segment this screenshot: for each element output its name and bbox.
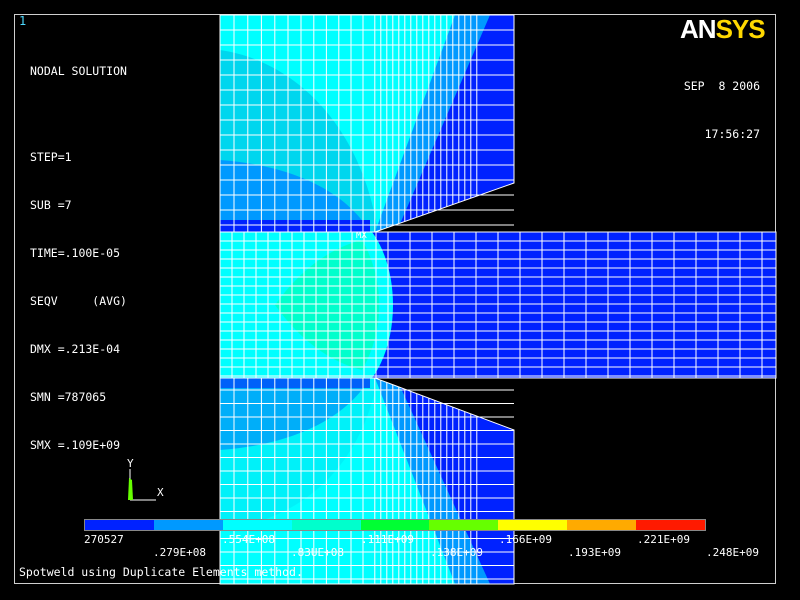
plot-title-footer: Spotweld using Duplicate Elements method… <box>19 565 303 579</box>
legend-swatch <box>291 520 361 530</box>
coordinate-triad <box>128 469 156 501</box>
info-dmx: DMX =.213E-04 <box>30 342 121 356</box>
triad-y-label: Y <box>127 457 134 470</box>
date-time-stamp: SEP 8 2006 17:56:27 <box>670 46 760 158</box>
info-smx: SMX =.109E+09 <box>30 438 121 452</box>
info-title: NODAL SOLUTION <box>30 64 127 78</box>
legend-label: .166E+09 <box>499 533 552 546</box>
legend-label: .248E+09 <box>706 546 759 559</box>
legend-label: .83UE+08 <box>291 546 344 559</box>
legend-label: .111E+09 <box>361 533 414 546</box>
logo-an: AN <box>680 14 717 44</box>
info-result-item: SEQV (AVG) <box>30 294 127 308</box>
legend-label: .138E+09 <box>430 546 483 559</box>
contour-legend-bar <box>84 519 706 531</box>
upper-plate <box>220 15 514 232</box>
info-smn: SMN =787065 <box>30 390 107 404</box>
legend-label: .279E+08 <box>153 546 206 559</box>
triad-x-label: X <box>157 486 164 499</box>
date-text: SEP 8 2006 <box>683 79 760 93</box>
legend-swatch <box>429 520 499 530</box>
legend-swatch <box>85 520 154 530</box>
logo-sys: SYS <box>715 14 766 44</box>
time-text: 17:56:27 <box>704 127 760 141</box>
legend-swatch <box>153 520 223 530</box>
legend-swatch <box>636 520 706 530</box>
max-marker: MX <box>356 231 367 241</box>
legend-swatch <box>498 520 568 530</box>
solution-info-panel: NODAL SOLUTION STEP=1 SUB =7 TIME=.100E-… <box>30 31 127 469</box>
info-step: STEP=1 <box>30 150 72 164</box>
info-substep: SUB =7 <box>30 198 72 212</box>
legend-label: .221E+09 <box>637 533 690 546</box>
legend-swatch <box>360 520 430 530</box>
legend-label: .193E+09 <box>568 546 621 559</box>
legend-swatch <box>222 520 292 530</box>
ansys-logo: ANSYS <box>680 14 766 45</box>
legend-label: 270527 <box>84 533 124 546</box>
legend-label: .554E+08 <box>222 533 275 546</box>
info-time: TIME=.100E-05 <box>30 246 121 260</box>
legend-swatch <box>567 520 637 530</box>
